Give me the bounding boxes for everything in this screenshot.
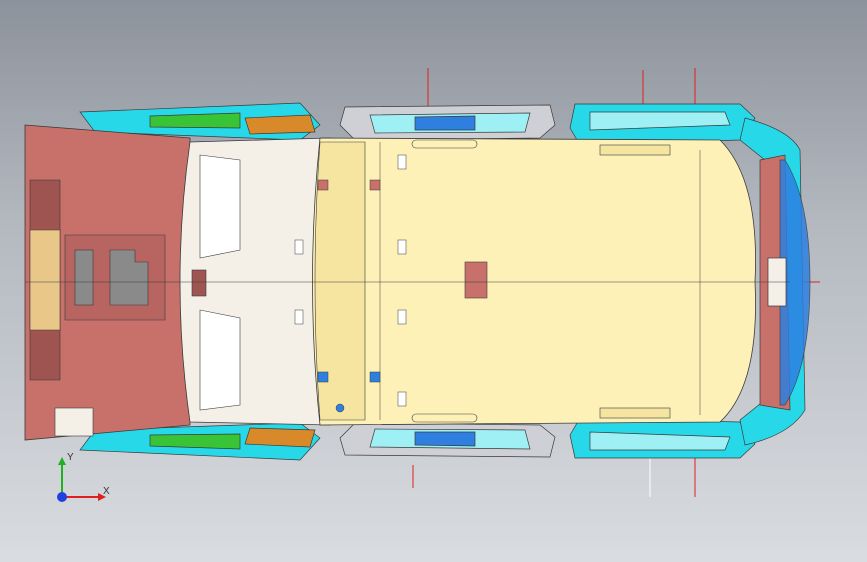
z-axis-dot <box>57 492 67 502</box>
right-side-sill-rear[interactable] <box>569 417 756 459</box>
left-side-sill-middle[interactable] <box>339 104 556 141</box>
right-side-sill-middle[interactable] <box>339 422 556 458</box>
x-axis-label: X <box>103 486 110 497</box>
dome-light[interactable] <box>464 261 488 299</box>
coordinate-triad <box>57 457 106 502</box>
windshield-frame[interactable] <box>179 137 331 426</box>
cad-viewport[interactable]: X Y <box>0 0 867 562</box>
vehicle-body-model[interactable] <box>0 0 867 562</box>
y-axis-label: Y <box>67 452 74 463</box>
roof-panel[interactable] <box>294 137 756 426</box>
front-body-structure[interactable] <box>24 124 191 441</box>
left-side-sill-rear[interactable] <box>569 103 756 146</box>
